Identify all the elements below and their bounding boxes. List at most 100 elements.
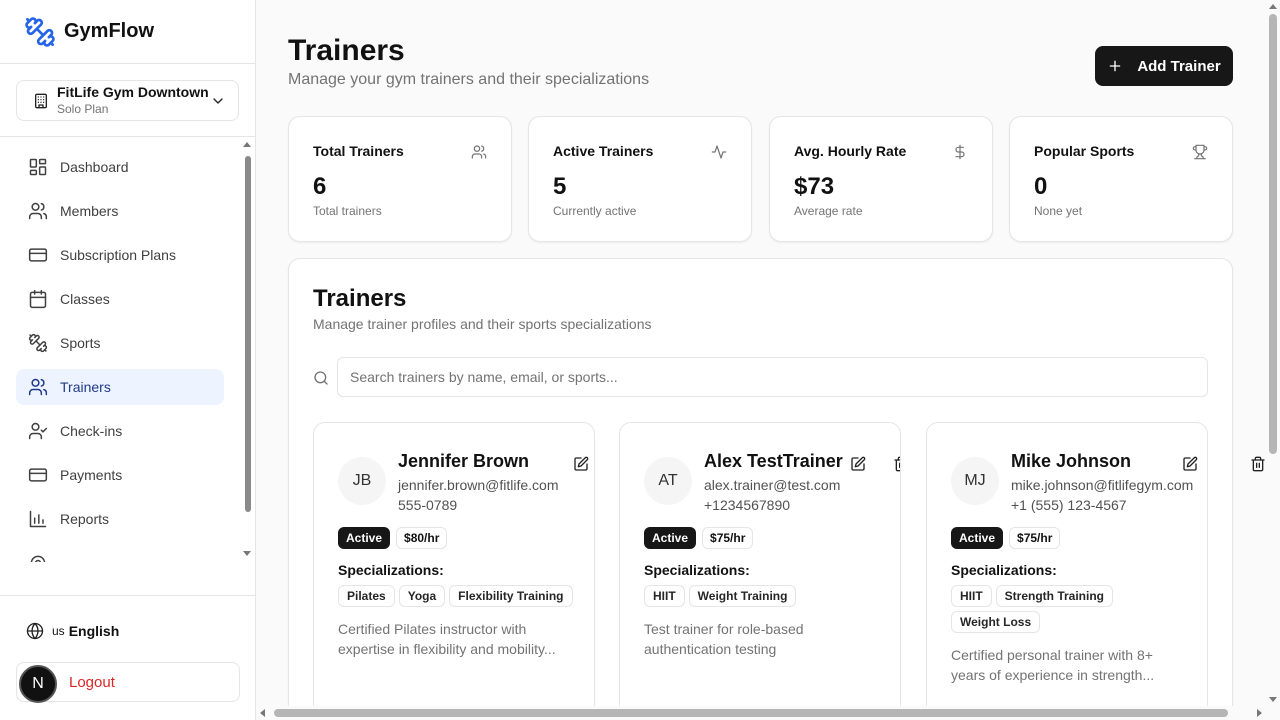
main-content: Trainers Manage your gym trainers and th… (256, 0, 1266, 706)
language-code: us (52, 624, 65, 638)
specializations-label: Specializations: (951, 562, 1057, 578)
trainers-panel: Trainers Manage trainer profiles and the… (288, 258, 1233, 706)
description-line: years of experience in strength... (951, 667, 1155, 683)
stat-value: 6 (313, 173, 327, 200)
sidebar: GymFlow FitLife Gym Downtown Solo Plan D… (0, 0, 256, 720)
logout-label: Logout (69, 673, 115, 691)
dumbbell-icon (28, 333, 48, 353)
sidebar-item-label: Payments (60, 467, 123, 483)
trainer-card: MJ Mike Johnson mike.johnson@fitlifegym.… (926, 422, 1208, 706)
trophy-icon (1192, 144, 1208, 160)
trash-icon[interactable] (1250, 456, 1266, 472)
page-vertical-scrollbar[interactable] (1266, 0, 1280, 706)
trainer-name: Jennifer Brown (398, 451, 530, 471)
sidebar-item-settings[interactable] (16, 545, 224, 562)
trainer-email: alex.trainer@test.com (704, 477, 841, 493)
edit-icon[interactable] (850, 456, 866, 472)
sidebar-item-label: Reports (60, 511, 110, 527)
app-name: GymFlow (64, 20, 155, 42)
sidebar-item-label: Check-ins (60, 423, 123, 439)
brand[interactable]: GymFlow (0, 0, 255, 64)
page-title: Trainers (288, 34, 405, 67)
panel-title: Trainers (313, 285, 407, 312)
status-badge: Active (951, 527, 1004, 549)
specializations-list: Pilates Yoga Flexibility Training (338, 585, 578, 611)
dumbbell-logo-icon (25, 16, 55, 47)
trainer-avatar: AT (644, 457, 692, 505)
specialization-tag: HIIT (644, 585, 685, 607)
trainer-description: Certified Pilates instructor with expert… (338, 619, 572, 659)
gym-selector[interactable]: FitLife Gym Downtown Solo Plan (16, 80, 239, 121)
specialization-tag: HIIT (951, 585, 992, 607)
stat-title: Active Trainers (553, 143, 654, 159)
edit-icon[interactable] (1182, 456, 1198, 472)
credit-card-icon (28, 468, 48, 482)
panel-subtitle: Manage trainer profiles and their sports… (313, 316, 652, 332)
sidebar-item-payments[interactable]: Payments (16, 457, 224, 493)
trainer-name: Mike Johnson (1011, 451, 1132, 471)
sidebar-item-dashboard[interactable]: Dashboard (16, 149, 224, 185)
specializations-label: Specializations: (338, 562, 444, 578)
description-line: authentication testing (644, 641, 777, 657)
trainer-avatar: JB (338, 457, 386, 505)
add-trainer-label: Add Trainer (1137, 57, 1221, 75)
sidebar-nav: Dashboard Members Subscription Plans Cla… (0, 138, 256, 562)
rate-badge: $75/hr (1009, 527, 1061, 549)
avatar[interactable]: N (19, 665, 57, 703)
user-check-icon (28, 422, 48, 440)
specialization-tag: Yoga (398, 585, 446, 607)
page-subtitle: Manage your gym trainers and their speci… (288, 71, 650, 88)
users-icon (28, 378, 48, 396)
rate-badge: $80/hr (396, 527, 448, 549)
trainer-name: Alex TestTrainer (704, 451, 843, 471)
stat-title: Total Trainers (313, 143, 404, 159)
chevron-down-icon (213, 97, 223, 104)
description-line: Certified Pilates instructor with (338, 621, 527, 637)
add-trainer-button[interactable]: Add Trainer (1095, 46, 1233, 86)
stat-card-avg-hourly-rate: Avg. Hourly Rate $73 Average rate (769, 116, 993, 242)
status-badge: Active (338, 527, 391, 549)
trainer-description: Certified personal trainer with 8+ years… (951, 645, 1185, 685)
stat-card-popular-sports: Popular Sports 0 None yet (1009, 116, 1233, 242)
sidebar-scrollbar[interactable] (243, 142, 253, 556)
bar-chart-icon (29, 510, 47, 528)
trainer-email: jennifer.brown@fitlife.com (398, 477, 559, 493)
page-horizontal-scrollbar[interactable] (256, 706, 1266, 720)
stat-value: $73 (794, 173, 835, 200)
trainer-avatar: MJ (951, 457, 999, 505)
globe-icon (26, 622, 44, 640)
sidebar-item-classes[interactable]: Classes (16, 281, 224, 317)
stat-value: 5 (553, 173, 567, 200)
sidebar-item-check-ins[interactable]: Check-ins (16, 413, 224, 449)
trainer-phone: 555-0789 (398, 497, 458, 513)
stat-title: Popular Sports (1034, 143, 1135, 159)
sidebar-item-members[interactable]: Members (16, 193, 224, 229)
trainer-description: Test trainer for role-based authenticati… (644, 619, 878, 659)
language-switcher[interactable]: us English (16, 612, 240, 650)
specialization-tag: Weight Training (688, 585, 797, 607)
trainer-phone: +1 (555) 123-4567 (1011, 497, 1127, 513)
sidebar-item-sports[interactable]: Sports (16, 325, 224, 361)
trainer-card: JB Jennifer Brown jennifer.brown@fitlife… (313, 422, 595, 706)
sidebar-item-label: Sports (60, 335, 101, 351)
activity-icon (711, 145, 727, 159)
sidebar-item-trainers[interactable]: Trainers (16, 369, 224, 405)
dashboard-icon (29, 158, 47, 176)
description-line: Certified personal trainer with 8+ (951, 647, 1153, 663)
sidebar-item-reports[interactable]: Reports (16, 501, 224, 537)
search-input[interactable] (337, 357, 1208, 397)
sidebar-item-subscription-plans[interactable]: Subscription Plans (16, 237, 224, 273)
stat-value: 0 (1034, 173, 1048, 200)
gym-plan: Solo Plan (57, 102, 109, 116)
description-line: expertise in flexibility and mobility... (338, 641, 556, 657)
users-icon (28, 202, 48, 220)
stat-card-active-trainers: Active Trainers 5 Currently active (528, 116, 752, 242)
sidebar-item-label: Dashboard (60, 159, 129, 175)
trash-icon[interactable] (893, 456, 901, 472)
status-badge: Active (644, 527, 697, 549)
stat-desc: None yet (1034, 204, 1083, 218)
search-icon (314, 371, 328, 385)
credit-card-icon (28, 248, 48, 262)
users-icon (471, 145, 487, 159)
edit-icon[interactable] (573, 456, 589, 472)
